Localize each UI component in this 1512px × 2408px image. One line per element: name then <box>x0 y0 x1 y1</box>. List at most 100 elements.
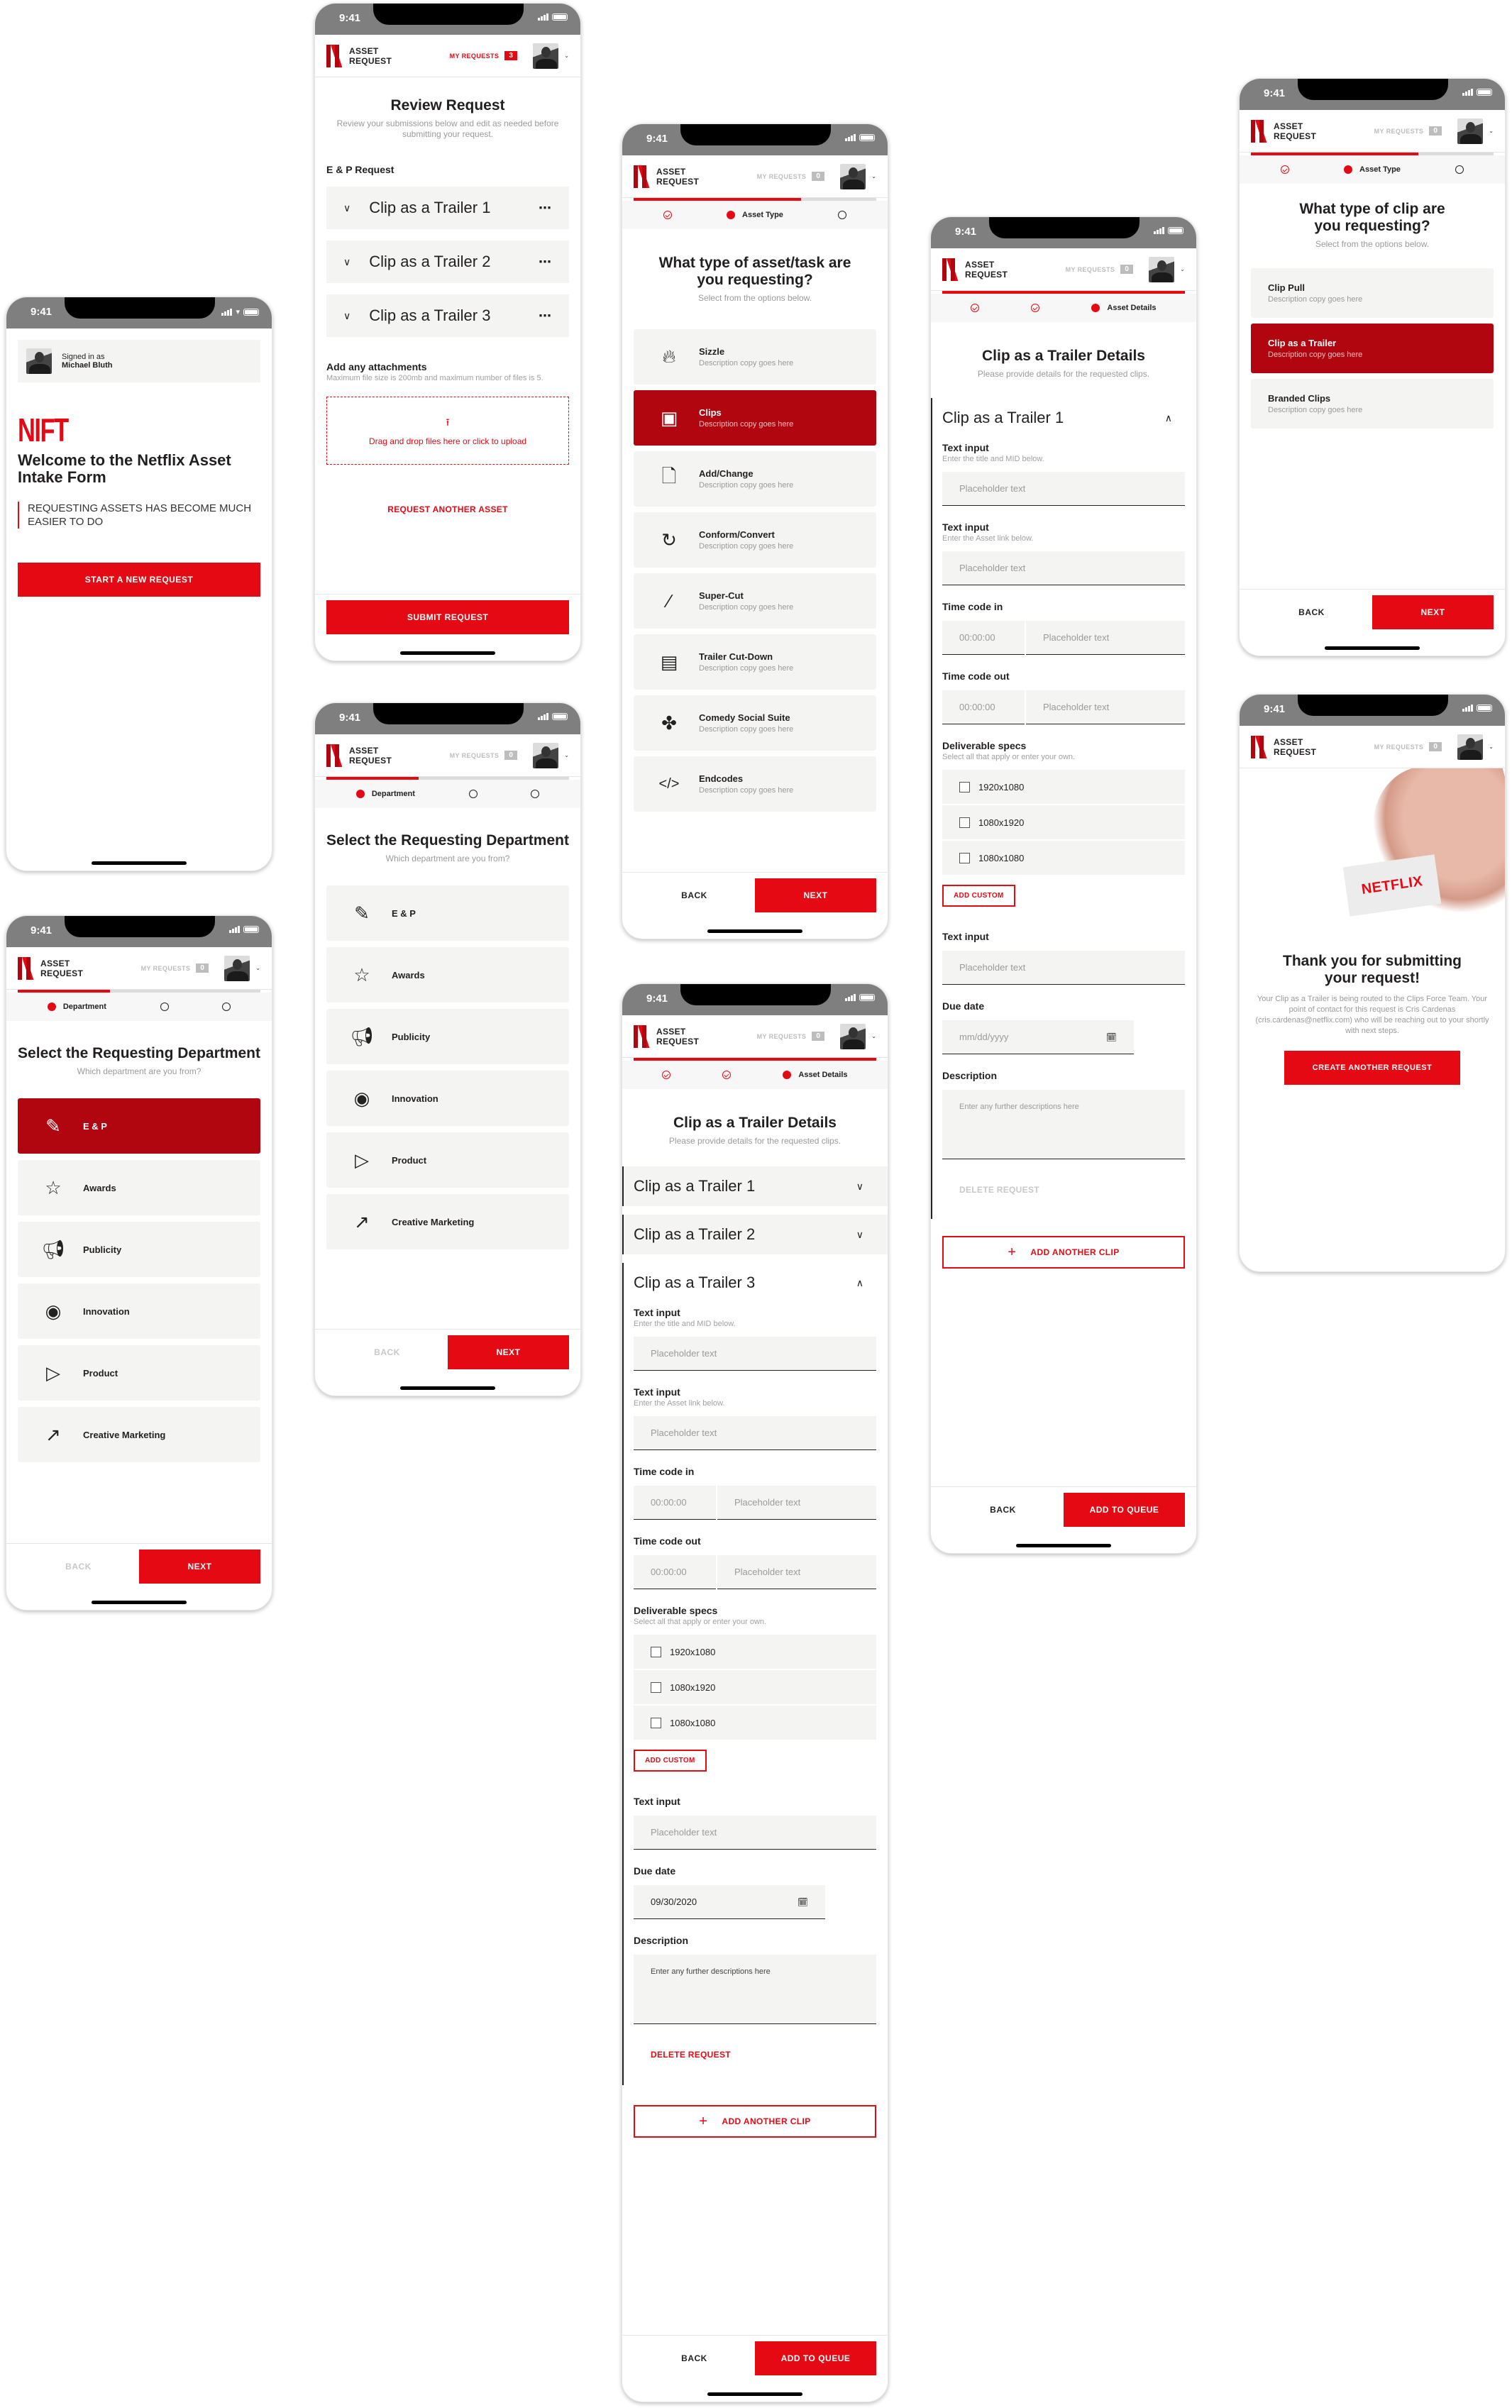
option-super-cut[interactable]: ∕ Super-Cut Description copy goes here <box>634 573 876 629</box>
option-clip-pull[interactable]: Clip Pull Description copy goes here <box>1251 268 1494 318</box>
option-comedy-social-suite[interactable]: ✤ Comedy Social Suite Description copy goe… <box>634 695 876 751</box>
avatar[interactable] <box>840 1023 866 1049</box>
my-requests-link[interactable]: MY REQUESTS 0 <box>757 1032 825 1041</box>
option-sizzle[interactable]: 🔥︎ Sizzle Description copy goes here <box>634 329 876 385</box>
option-e-and-p[interactable]: ✎ E & P <box>18 1098 260 1154</box>
option-product[interactable]: ▷ Product <box>326 1132 569 1188</box>
delete-request-button[interactable]: DELETE REQUEST <box>942 1159 1185 1195</box>
asset-link-input[interactable]: Placeholder text <box>634 1416 876 1450</box>
avatar[interactable] <box>1149 256 1175 282</box>
option-creative-marketing[interactable]: ↗ Creative Marketing <box>326 1194 569 1249</box>
avatar[interactable] <box>1457 118 1484 144</box>
back-button[interactable]: BACK <box>18 1550 139 1584</box>
more-options-icon[interactable]: ⋯ <box>539 255 552 270</box>
spec-checkbox-row[interactable]: 1920x1080 <box>634 1635 876 1669</box>
chevron-down-icon[interactable]: ⌄ <box>564 752 569 758</box>
more-options-icon[interactable]: ⋯ <box>539 309 552 324</box>
my-requests-link[interactable]: MY REQUESTS 3 <box>450 51 518 60</box>
time-code-out-note-input[interactable]: Placeholder text <box>717 1555 876 1589</box>
time-code-in-note-input[interactable]: Placeholder text <box>1026 621 1185 655</box>
next-button[interactable]: NEXT <box>1372 595 1494 629</box>
create-another-request-button[interactable]: CREATE ANOTHER REQUEST <box>1284 1051 1460 1085</box>
option-trailer-cut-down[interactable]: ▤ Trailer Cut-Down Description copy goes h… <box>634 634 876 690</box>
back-button[interactable]: BACK <box>634 2341 755 2375</box>
due-date-input[interactable]: mm/dd/yyyy 🗓︎ <box>942 1020 1134 1054</box>
description-textarea[interactable]: Enter any further descriptions here <box>634 1955 876 2024</box>
my-requests-link[interactable]: MY REQUESTS 0 <box>1066 265 1134 274</box>
avatar[interactable] <box>224 955 250 981</box>
asset-link-input[interactable]: Placeholder text <box>942 551 1185 585</box>
checkbox[interactable] <box>959 852 970 863</box>
option-clip-as-trailer[interactable]: Clip as a Trailer Description copy goes h… <box>1251 324 1494 373</box>
avatar[interactable] <box>533 742 559 768</box>
time-code-out-input[interactable]: 00:00:00 <box>942 690 1025 724</box>
accordion-clip-2[interactable]: Clip as a Trailer 2 ∨ <box>622 1215 888 1254</box>
my-requests-link[interactable]: MY REQUESTS 0 <box>1374 126 1442 136</box>
option-endcodes[interactable]: </> Endcodes Description copy goes here <box>634 756 876 812</box>
time-code-out-input[interactable]: 00:00:00 <box>634 1555 716 1589</box>
option-product[interactable]: ▷ Product <box>18 1345 260 1401</box>
checkbox[interactable] <box>651 1681 661 1693</box>
option-conform-convert[interactable]: ↻ Conform/Convert Description copy goes he… <box>634 512 876 568</box>
accordion-clip-1[interactable]: Clip as a Trailer 1 ∨ <box>622 1166 888 1206</box>
option-awards[interactable]: ☆ Awards <box>326 947 569 1003</box>
start-new-request-button[interactable]: START A NEW REQUEST <box>18 563 260 597</box>
checkbox[interactable] <box>959 781 970 792</box>
submit-request-button[interactable]: SUBMIT REQUEST <box>326 600 569 634</box>
chevron-down-icon[interactable]: ⌄ <box>255 965 260 971</box>
spec-checkbox-row[interactable]: 1080x1920 <box>942 805 1185 839</box>
my-requests-link[interactable]: MY REQUESTS 0 <box>450 751 518 760</box>
chevron-down-icon[interactable]: ⌄ <box>871 173 876 180</box>
my-requests-link[interactable]: MY REQUESTS 0 <box>141 963 209 973</box>
option-clips[interactable]: ▣ Clips Description copy goes here <box>634 390 876 446</box>
add-custom-button[interactable]: ADD CUSTOM <box>942 885 1015 907</box>
option-innovation[interactable]: ◉ Innovation <box>18 1283 260 1339</box>
option-publicity[interactable]: 📢︎ Publicity <box>326 1009 569 1064</box>
add-another-clip-button[interactable]: + ADD ANOTHER CLIP <box>634 2105 876 2138</box>
time-code-in-input[interactable]: 00:00:00 <box>942 621 1025 655</box>
chevron-down-icon[interactable]: ⌄ <box>871 1033 876 1039</box>
accordion-clip-3[interactable]: Clip as a Trailer 3 ∧ <box>634 1263 876 1303</box>
avatar[interactable] <box>840 163 866 189</box>
more-options-icon[interactable]: ⋯ <box>539 201 552 216</box>
chevron-down-icon[interactable]: ⌄ <box>1180 266 1185 272</box>
option-e-and-p[interactable]: ✎ E & P <box>326 885 569 941</box>
time-code-in-input[interactable]: 00:00:00 <box>634 1486 716 1520</box>
spec-checkbox-row[interactable]: 1080x1080 <box>942 841 1185 875</box>
time-code-in-note-input[interactable]: Placeholder text <box>717 1486 876 1520</box>
extra-text-input[interactable]: Placeholder text <box>634 1816 876 1850</box>
avatar[interactable] <box>1457 734 1484 760</box>
calendar-icon[interactable]: 🗓︎ <box>798 1897 808 1907</box>
option-add-change[interactable]: 🗋 Add/Change Description copy goes here <box>634 451 876 507</box>
chevron-down-icon[interactable]: ⌄ <box>564 53 569 59</box>
option-innovation[interactable]: ◉ Innovation <box>326 1071 569 1126</box>
option-publicity[interactable]: 📢︎ Publicity <box>18 1222 260 1277</box>
checkbox[interactable] <box>959 817 970 828</box>
chevron-down-icon[interactable]: ⌄ <box>1489 128 1494 134</box>
review-item[interactable]: ∨ Clip as a Trailer 1 ⋯ <box>326 187 569 229</box>
next-button[interactable]: NEXT <box>448 1335 569 1369</box>
back-button[interactable]: BACK <box>326 1335 448 1369</box>
back-button[interactable]: BACK <box>942 1493 1064 1527</box>
next-button[interactable]: NEXT <box>139 1550 260 1584</box>
avatar[interactable] <box>533 43 559 69</box>
add-custom-button[interactable]: ADD CUSTOM <box>634 1750 707 1772</box>
back-button[interactable]: BACK <box>1251 595 1372 629</box>
my-requests-link[interactable]: MY REQUESTS 0 <box>757 172 825 181</box>
review-item[interactable]: ∨ Clip as a Trailer 2 ⋯ <box>326 241 569 283</box>
review-item[interactable]: ∨ Clip as a Trailer 3 ⋯ <box>326 294 569 337</box>
option-branded-clips[interactable]: Branded Clips Description copy goes here <box>1251 379 1494 429</box>
add-to-queue-button[interactable]: ADD TO QUEUE <box>1064 1493 1185 1527</box>
checkbox[interactable] <box>651 1646 661 1657</box>
add-another-clip-button[interactable]: + ADD ANOTHER CLIP <box>942 1236 1185 1269</box>
spec-checkbox-row[interactable]: 1080x1080 <box>634 1706 876 1740</box>
spec-checkbox-row[interactable]: 1080x1920 <box>634 1670 876 1704</box>
next-button[interactable]: NEXT <box>755 878 876 912</box>
option-awards[interactable]: ☆ Awards <box>18 1160 260 1215</box>
delete-request-button[interactable]: DELETE REQUEST <box>634 2024 876 2060</box>
time-code-out-note-input[interactable]: Placeholder text <box>1026 690 1185 724</box>
request-another-asset-link[interactable]: REQUEST ANOTHER ASSET <box>326 504 569 514</box>
add-to-queue-button[interactable]: ADD TO QUEUE <box>755 2341 876 2375</box>
option-creative-marketing[interactable]: ↗ Creative Marketing <box>18 1407 260 1462</box>
title-mid-input[interactable]: Placeholder text <box>634 1337 876 1371</box>
